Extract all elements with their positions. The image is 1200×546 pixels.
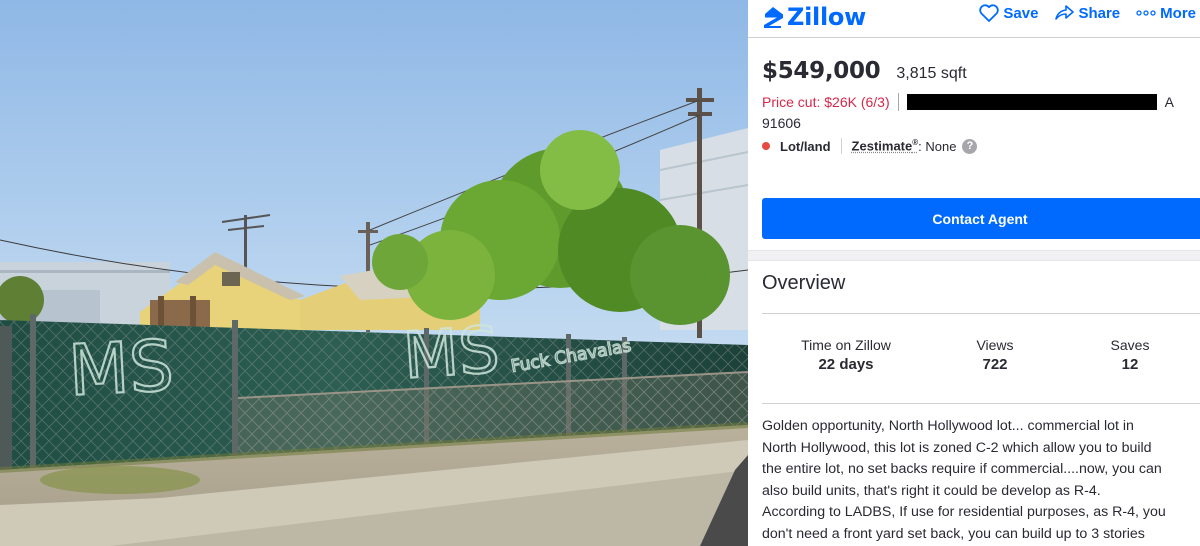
redacted-address xyxy=(906,94,1157,110)
price-row: $549,000 3,815 sqft xyxy=(762,58,967,84)
zestimate-label[interactable]: Zestimate® xyxy=(852,138,919,153)
stat-label: Saves xyxy=(1110,337,1150,353)
divider xyxy=(840,138,842,154)
divider xyxy=(897,93,899,111)
overview-heading: Overview xyxy=(762,272,846,294)
graffiti-tag: MS xyxy=(401,313,502,394)
stat-views: Views 722 xyxy=(930,337,1060,373)
listing-price: $549,000 xyxy=(762,58,881,84)
stat-label: Views xyxy=(976,337,1014,353)
lot-size: 3,815 sqft xyxy=(896,65,967,82)
status-row: Lot/land Zestimate® : None ? xyxy=(762,138,978,154)
description-line: don't need a front yard set back, you ca… xyxy=(762,525,1145,542)
heart-icon xyxy=(979,4,1000,22)
address-zip: 91606 xyxy=(762,115,801,131)
divider xyxy=(762,313,1200,314)
more-dots-icon xyxy=(1136,10,1156,16)
stat-label: Time on Zillow xyxy=(801,337,891,353)
stat-time-on-zillow: Time on Zillow 22 days xyxy=(762,337,930,373)
description-line: North Hollywood, this lot is zoned C-2 w… xyxy=(762,439,1152,456)
description-line: the entire lot, no set backs require if … xyxy=(762,461,1162,477)
save-label: Save xyxy=(1003,4,1039,22)
more-button[interactable]: More xyxy=(1136,5,1196,22)
contact-agent-button[interactable]: Contact Agent xyxy=(762,198,1200,239)
more-label: More xyxy=(1160,4,1196,22)
divider xyxy=(762,403,1200,404)
address-state: A xyxy=(1164,94,1174,110)
zillow-logo[interactable]: Zillow xyxy=(762,3,866,31)
graffiti-tag: MS xyxy=(67,325,176,412)
property-type: Lot/land xyxy=(780,138,831,154)
stat-value: 22 days xyxy=(818,356,874,373)
help-icon[interactable]: ? xyxy=(962,138,978,154)
description-line: According to LADBS, If use for residenti… xyxy=(762,504,1166,520)
overview-stats: Time on Zillow 22 days Views 722 Saves 1… xyxy=(762,337,1200,373)
section-divider xyxy=(748,250,1200,261)
save-button[interactable]: Save xyxy=(979,4,1038,22)
listing-detail-panel: Zillow Save Share More $549,000 3,815 sq… xyxy=(748,0,1200,546)
share-icon xyxy=(1055,5,1075,20)
price-cut-address-row: Price cut: $26K (6/3) A xyxy=(762,93,1174,111)
header-bar: Zillow Save Share More xyxy=(748,0,1200,38)
stat-saves: Saves 12 xyxy=(1060,337,1200,373)
lot-photo-illustration: MS MS Fuck Chavalas xyxy=(0,0,748,546)
description-line: Golden opportunity, North Hollywood lot.… xyxy=(762,418,1134,434)
stat-value: 12 xyxy=(1121,356,1139,373)
zillow-logo-icon xyxy=(764,7,783,28)
zestimate-value: : None xyxy=(918,138,957,154)
brand-name: Zillow xyxy=(787,3,866,31)
description-line: also build units, that's right it could … xyxy=(762,482,1101,499)
share-button[interactable]: Share xyxy=(1054,4,1120,22)
stat-value: 722 xyxy=(982,356,1008,373)
header-actions: Save Share More xyxy=(979,4,1196,22)
listing-photo[interactable]: MS MS Fuck Chavalas xyxy=(0,0,748,546)
price-cut-label: Price cut: $26K (6/3) xyxy=(762,94,890,110)
status-dot-icon xyxy=(762,142,770,150)
listing-description: Golden opportunity, North Hollywood lot.… xyxy=(762,416,1200,545)
share-label: Share xyxy=(1078,4,1121,22)
